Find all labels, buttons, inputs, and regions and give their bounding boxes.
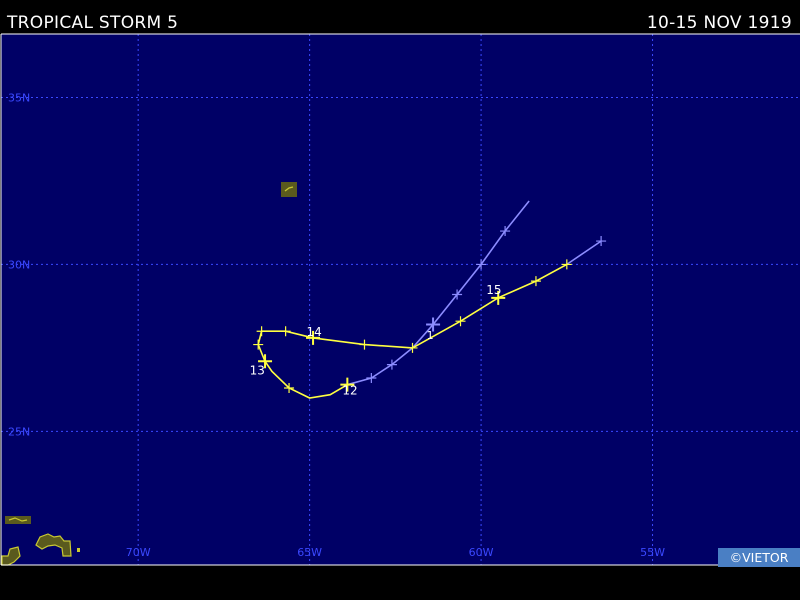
lon-label: 60W — [469, 546, 494, 559]
day-label: 15 — [486, 283, 501, 297]
day-label: 12 — [342, 384, 357, 398]
small-island — [77, 548, 80, 552]
ocean-area — [1, 34, 800, 565]
caribbean-island — [5, 516, 31, 524]
lon-label: 55W — [640, 546, 665, 559]
bermuda-island — [281, 182, 297, 197]
day-label: 13 — [250, 364, 265, 378]
lat-label: 30N — [8, 258, 30, 271]
lon-label: 65W — [297, 546, 322, 559]
lat-label: 25N — [8, 425, 30, 438]
storm-track-map: 35N 30N 25N 70W 65W 60W 55W 12 13 14 15 1 — [0, 0, 800, 600]
lat-label: 35N — [8, 91, 30, 104]
day-label: 14 — [306, 325, 321, 339]
credit-badge: ©VIETOR — [718, 548, 800, 567]
storm-date-range: 10-15 NOV 1919 — [646, 13, 792, 33]
lon-label: 70W — [126, 546, 151, 559]
storm-title: TROPICAL STORM 5 — [7, 13, 179, 33]
day-label: 1 — [427, 329, 434, 342]
title-bar: TROPICAL STORM 5 10-15 NOV 1919 — [0, 0, 800, 34]
